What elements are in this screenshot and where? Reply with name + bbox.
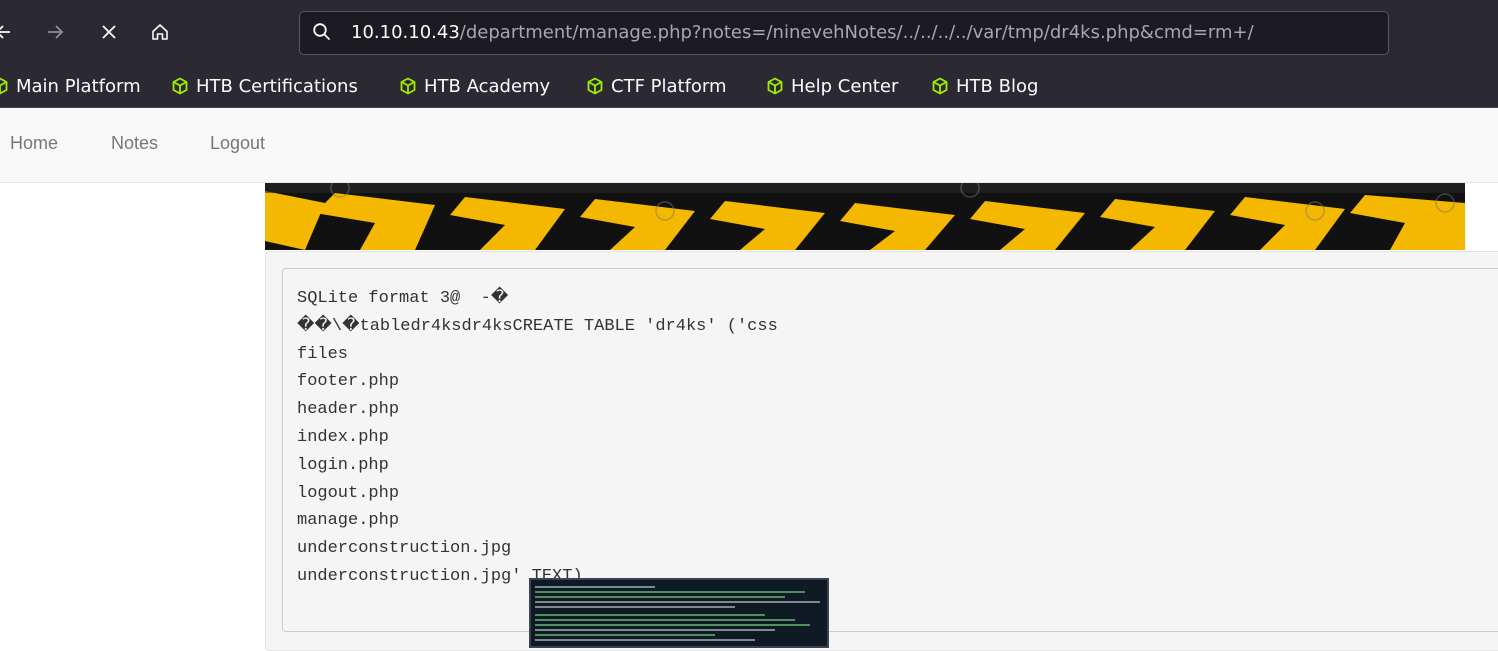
terminal-text-line [535, 634, 715, 636]
htb-cube-icon [587, 77, 603, 95]
bookmark-label: CTF Platform [611, 75, 727, 97]
nav-logout-link[interactable]: Logout [210, 133, 265, 154]
url-text: 10.10.10.43/department/manage.php?notes=… [351, 22, 1254, 44]
terminal-thumbnail [529, 578, 829, 648]
bookmarks-bar: Main Platform HTB Certifications HTB Aca… [0, 66, 1498, 108]
output-line: logout.php [297, 483, 400, 503]
output-line: files [297, 344, 349, 364]
bookmark-ctf-platform[interactable]: CTF Platform [587, 73, 727, 99]
terminal-text-line [535, 606, 735, 608]
stop-loading-icon[interactable] [91, 12, 127, 52]
bookmark-htb-academy[interactable]: HTB Academy [400, 73, 550, 99]
file-output: SQLite format 3@ -� ��\�tabledr4ksdr4ksC… [282, 268, 1498, 632]
site-navbar: Home Notes Logout [0, 108, 1498, 183]
under-construction-banner [265, 183, 1465, 250]
browser-toolbar: 10.10.10.43/department/manage.php?notes=… [0, 0, 1498, 66]
nav-home-link[interactable]: Home [10, 133, 58, 154]
terminal-text-line [535, 596, 785, 598]
hazard-stripes-image [265, 183, 1465, 250]
htb-cube-icon [0, 77, 8, 95]
terminal-text-line [535, 601, 820, 603]
output-line: index.php [297, 427, 389, 447]
address-bar[interactable]: 10.10.10.43/department/manage.php?notes=… [299, 11, 1389, 55]
output-line: SQLite format 3@ -� [297, 289, 509, 308]
output-line: footer.php [297, 372, 400, 392]
terminal-text-line [535, 624, 810, 626]
bookmark-label: HTB Certifications [196, 75, 358, 97]
bookmark-label: HTB Blog [956, 75, 1039, 97]
back-arrow-icon[interactable] [0, 12, 22, 52]
output-line: header.php [297, 400, 400, 420]
terminal-text-line [535, 614, 765, 616]
output-line: underconstruction.jpg [297, 539, 512, 559]
terminal-text-line [535, 586, 655, 588]
bookmark-help-center[interactable]: Help Center [767, 73, 898, 99]
output-line: manage.php [297, 511, 400, 531]
forward-arrow-icon[interactable] [37, 12, 73, 52]
terminal-text-line [535, 619, 795, 621]
htb-cube-icon [172, 77, 188, 95]
url-host: 10.10.10.43 [351, 22, 460, 43]
bookmark-main-platform[interactable]: Main Platform [0, 73, 141, 99]
output-line: login.php [297, 455, 389, 475]
url-path: /department/manage.php?notes=/ninevehNot… [459, 22, 1254, 43]
home-icon[interactable] [142, 12, 178, 52]
search-icon [312, 22, 332, 46]
bookmark-htb-certifications[interactable]: HTB Certifications [172, 73, 358, 99]
htb-cube-icon [400, 77, 416, 95]
htb-cube-icon [932, 77, 948, 95]
terminal-text-line [535, 591, 805, 593]
htb-cube-icon [767, 77, 783, 95]
terminal-text-line [535, 629, 775, 631]
bookmark-label: Help Center [791, 75, 899, 97]
output-line: ��\�tabledr4ksdr4ksCREATE TABLE 'dr4ks' … [297, 316, 778, 336]
bookmark-label: Main Platform [16, 75, 141, 97]
nav-notes-link[interactable]: Notes [111, 133, 158, 154]
bookmark-htb-blog[interactable]: HTB Blog [932, 73, 1038, 99]
bookmark-label: HTB Academy [424, 75, 551, 97]
